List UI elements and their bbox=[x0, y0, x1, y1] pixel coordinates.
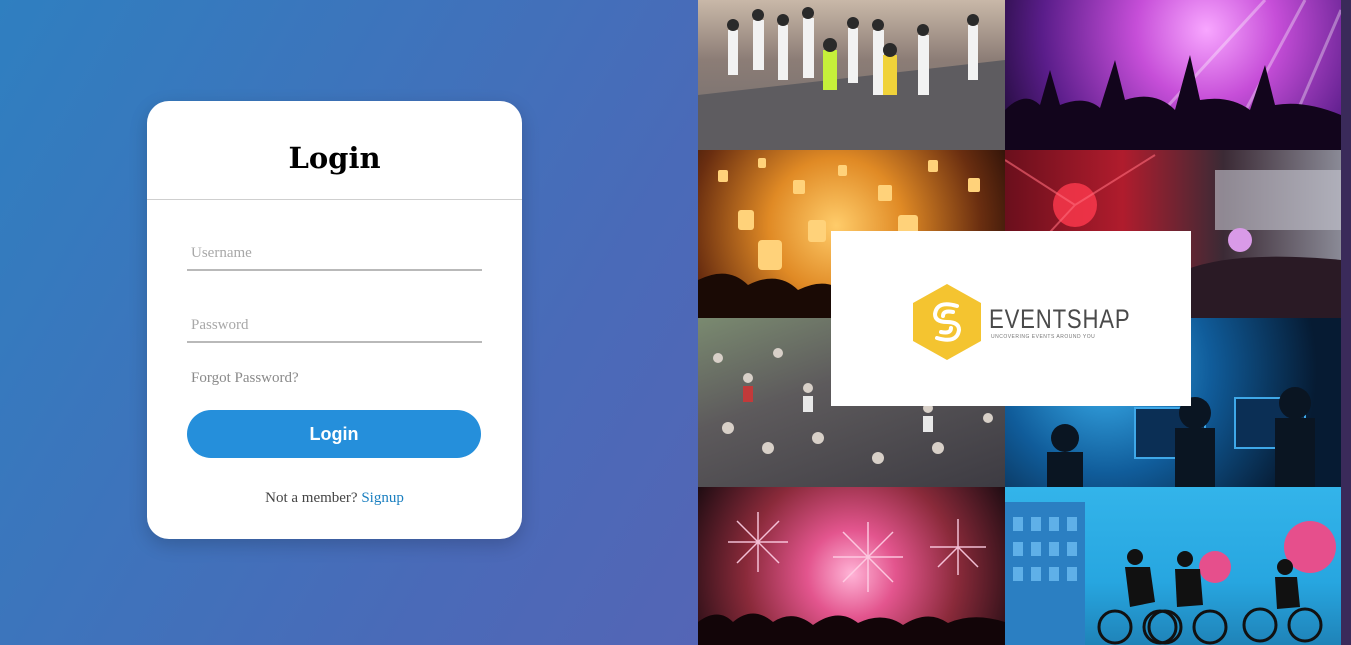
eventshap-hexagon-icon bbox=[913, 284, 981, 360]
signup-link[interactable]: Signup bbox=[361, 490, 404, 506]
login-button[interactable]: Login bbox=[187, 410, 481, 458]
cyclists-graphic bbox=[1005, 502, 1336, 645]
login-title: Login bbox=[288, 141, 381, 175]
brand-tagline: UNCOVERING EVENTS AROUND YOU bbox=[991, 334, 1096, 340]
login-card: Login Forgot Password? Login Not a membe… bbox=[147, 101, 522, 539]
title-divider bbox=[147, 199, 522, 200]
fireworks-photo bbox=[698, 487, 1005, 645]
login-pane: Login Forgot Password? Login Not a membe… bbox=[0, 0, 698, 645]
concert-photo bbox=[1005, 0, 1341, 150]
cycling-illustration bbox=[1005, 487, 1341, 645]
signup-prompt: Not a member? Signup bbox=[147, 490, 522, 507]
brand-name: EVENTSHAP bbox=[989, 304, 1131, 334]
right-edge-strip bbox=[1341, 0, 1351, 645]
marathon-runners-graphic bbox=[698, 7, 1005, 150]
eventshap-logo-panel: EVENTSHAP UNCOVERING EVENTS AROUND YOU bbox=[831, 231, 1191, 406]
fireworks-graphic bbox=[698, 512, 1005, 645]
forgot-password-link[interactable]: Forgot Password? bbox=[191, 370, 299, 387]
not-member-text: Not a member? bbox=[265, 490, 358, 506]
password-input[interactable] bbox=[187, 309, 482, 343]
concert-crowd-graphic bbox=[1005, 0, 1341, 150]
username-input[interactable] bbox=[187, 237, 482, 271]
marathon-photo bbox=[698, 0, 1005, 150]
